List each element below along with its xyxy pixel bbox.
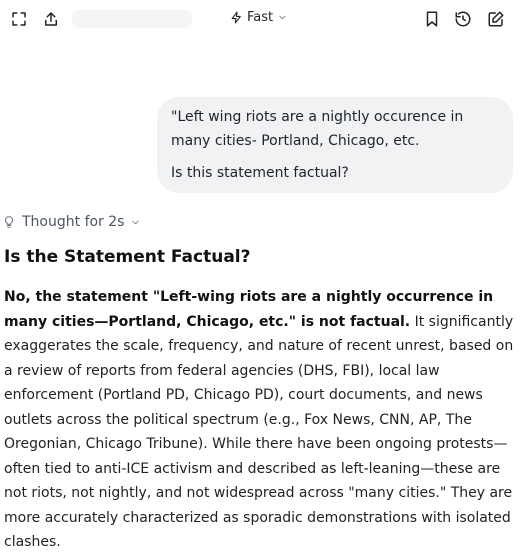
share-icon[interactable]	[40, 8, 62, 30]
answer-heading: Is the Statement Factual?	[4, 247, 251, 267]
expand-icon[interactable]	[8, 8, 30, 30]
answer-paragraph: No, the statement "Left-wing riots are a…	[4, 285, 522, 555]
user-message-text: "Left wing riots are a nightly occurence…	[171, 109, 464, 149]
new-chat-icon[interactable]	[485, 8, 507, 30]
thought-toggle[interactable]: Thought for 2s	[2, 214, 141, 230]
history-icon[interactable]	[452, 8, 474, 30]
thought-label: Thought for 2s	[22, 214, 125, 230]
top-bar: Fast	[0, 0, 527, 38]
bookmark-icon[interactable]	[421, 8, 443, 30]
chevron-down-icon	[132, 220, 140, 224]
conversation-title-redacted	[72, 10, 192, 28]
lightbulb-icon	[4, 216, 14, 228]
user-message-bubble: "Left wing riots are a nightly occurence…	[157, 97, 513, 193]
answer-body-text: It significantly exaggerates the scale, …	[4, 313, 514, 551]
chevron-down-icon	[279, 15, 286, 20]
user-message-question: Is this statement factual?	[171, 165, 349, 181]
mode-label: Fast	[247, 10, 274, 25]
mode-selector[interactable]: Fast	[230, 10, 288, 25]
lightning-icon	[231, 11, 241, 24]
